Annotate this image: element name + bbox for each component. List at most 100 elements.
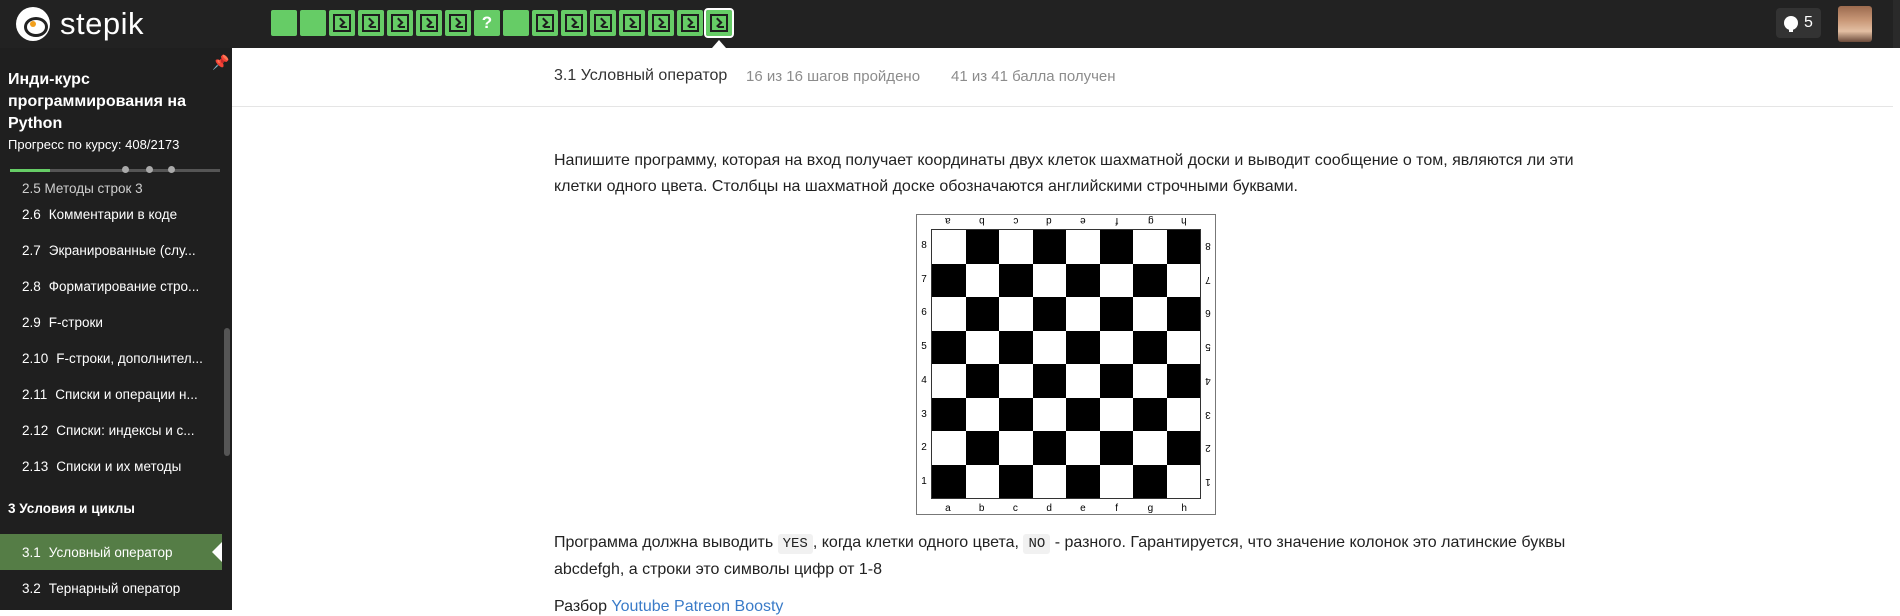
progress-marker — [146, 166, 153, 173]
stepik-logo-icon — [16, 7, 50, 41]
step-15-button[interactable] — [677, 10, 703, 36]
sidebar-item-2-5[interactable]: 2.5 Методы строк 3 — [0, 176, 222, 196]
terminal-icon — [594, 14, 612, 32]
chess-square — [1066, 330, 1100, 364]
chess-square — [1032, 297, 1066, 331]
chessboard-image: a a b b c c d d e e f f g g h h 8 8 7 7 6 6 5 5 4 4 3 3 2 2 1 1 — [916, 214, 1216, 515]
chess-square — [1166, 464, 1200, 498]
step-5-button[interactable] — [387, 10, 413, 36]
chess-square — [1133, 230, 1167, 264]
lesson-score-status: 41 из 41 балла получен — [951, 68, 1116, 85]
chess-square — [999, 464, 1033, 498]
step-13-button[interactable] — [619, 10, 645, 36]
chess-square — [1133, 330, 1167, 364]
sidebar-item-2-7[interactable]: 2.7 Экранированные (слу... — [0, 232, 222, 268]
step-8-button[interactable]: ? — [474, 10, 500, 36]
sidebar-item-2-12[interactable]: 2.12 Списки: индексы и с... — [0, 412, 222, 448]
chess-square — [1133, 397, 1167, 431]
terminal-icon — [565, 14, 583, 32]
sidebar-item-label: Экранированные (слу... — [48, 242, 196, 258]
chess-square — [1099, 464, 1133, 498]
sidebar-item-2-6[interactable]: 2.6 Комментарии в коде — [0, 196, 222, 232]
sidebar-item-label: F-строки, дополнител... — [56, 350, 203, 366]
step-3-button[interactable] — [329, 10, 355, 36]
chess-square — [1099, 330, 1133, 364]
step-16-button[interactable] — [704, 8, 734, 48]
sidebar-item-2-11[interactable]: 2.11 Списки и операции н... — [0, 376, 222, 412]
sidebar-item-label: Тернарный оператор — [48, 580, 181, 596]
step-4-button[interactable] — [358, 10, 384, 36]
chess-square — [1166, 431, 1200, 465]
board-rank-label: 3 — [921, 408, 927, 420]
board-file-label: d — [1046, 503, 1052, 514]
board-file-label: a — [945, 215, 951, 226]
chess-square — [1133, 431, 1167, 465]
course-title[interactable]: Инди-курс программирования на Python — [8, 69, 208, 135]
board-rank-label: 6 — [1205, 307, 1211, 319]
chess-square — [965, 230, 999, 264]
sidebar-item-2-9[interactable]: 2.9 F-строки — [0, 304, 222, 340]
chess-square — [965, 263, 999, 297]
chess-square — [1166, 297, 1200, 331]
youtube-link[interactable]: Youtube — [611, 598, 669, 615]
sidebar-item-label: Списки и операции н... — [55, 386, 198, 402]
step-11-button[interactable] — [561, 10, 587, 36]
sidebar-item-label: Списки: индексы и с... — [56, 422, 195, 438]
step-2-button[interactable] — [300, 10, 326, 36]
chess-square — [932, 263, 966, 297]
board-rank-label: 1 — [1205, 476, 1211, 488]
solution-links-prefix: Разбор — [554, 598, 612, 615]
sidebar-item-2-10[interactable]: 2.10 F-строки, дополнител... — [0, 340, 222, 376]
board-rank-label: 3 — [1205, 408, 1211, 420]
step-9-button[interactable] — [503, 10, 529, 36]
lesson-steps-progress: ? — [271, 8, 735, 48]
step-1-button[interactable] — [271, 10, 297, 36]
chess-square — [1066, 397, 1100, 431]
sidebar-item-3-2[interactable]: 3.2 Тернарный оператор — [0, 570, 222, 606]
user-avatar[interactable] — [1838, 6, 1872, 42]
board-file-label: a — [945, 503, 951, 514]
sidebar-item-2-8[interactable]: 2.8 Форматирование стро... — [0, 268, 222, 304]
sidebar-item-2-13[interactable]: 2.13 Списки и их методы — [0, 448, 222, 484]
chess-square — [999, 330, 1033, 364]
board-rank-label: 5 — [921, 341, 927, 353]
chess-square — [965, 464, 999, 498]
terminal-icon — [333, 14, 351, 32]
section-label: 3 Условия и циклы — [8, 500, 135, 516]
step-10-button[interactable] — [532, 10, 558, 36]
sidebar-scrollbar[interactable] — [224, 328, 230, 456]
pin-icon[interactable]: 📌 — [212, 54, 229, 71]
stepik-logo[interactable]: stepik — [16, 6, 144, 41]
board-rank-label: 5 — [1205, 341, 1211, 353]
code-no: NO — [1023, 534, 1051, 554]
chess-square — [999, 397, 1033, 431]
sidebar-item-number: 3.2 — [22, 580, 41, 596]
chess-square — [1166, 330, 1200, 364]
chess-square — [999, 431, 1033, 465]
chess-square — [1099, 297, 1133, 331]
top-navigation-bar: stepik ? 5 — [0, 0, 1900, 48]
chess-square — [1066, 263, 1100, 297]
chess-square — [1066, 364, 1100, 398]
sidebar-item-label: F-строки — [48, 314, 103, 330]
sidebar-item-3-1[interactable]: 3.1 Условный оператор — [0, 534, 222, 570]
step-6-button[interactable] — [416, 10, 442, 36]
chess-square — [965, 330, 999, 364]
step-7-button[interactable] — [445, 10, 471, 36]
chess-square — [965, 431, 999, 465]
solution-links: Разбор Youtube Patreon Boosty — [554, 598, 783, 616]
terminal-icon — [362, 14, 380, 32]
requirements-text-start: Программа должна выводить — [554, 534, 778, 551]
chess-square — [1133, 364, 1167, 398]
sidebar-section-3[interactable]: 3 Условия и циклы — [0, 488, 222, 528]
step-12-button[interactable] — [590, 10, 616, 36]
chess-square — [932, 230, 966, 264]
patreon-link[interactable]: Patreon — [674, 598, 730, 615]
step-14-button[interactable] — [648, 10, 674, 36]
boosty-link[interactable]: Boosty — [735, 598, 784, 615]
course-sidebar: 📌 Инди-курс программирования на Python П… — [0, 48, 232, 610]
chess-square — [1032, 230, 1066, 264]
notifications-button[interactable]: 5 — [1776, 8, 1821, 38]
question-icon: ? — [481, 13, 493, 32]
chess-square — [1066, 464, 1100, 498]
